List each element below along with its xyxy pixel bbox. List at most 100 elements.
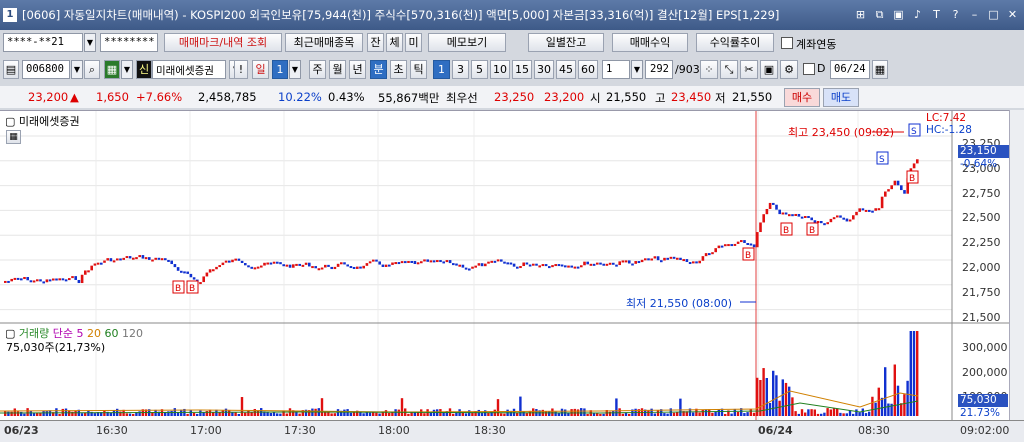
date-checkbox[interactable]: [803, 63, 815, 75]
period-month-button[interactable]: 월: [329, 60, 346, 79]
price-candle: [247, 265, 250, 268]
interval-15[interactable]: 15: [512, 60, 532, 79]
account-link-checkbox[interactable]: [781, 37, 793, 49]
price-candle: [151, 259, 154, 262]
price-candle: [560, 264, 564, 267]
table-icon[interactable]: ▦: [6, 130, 21, 144]
scissors-icon[interactable]: ✂: [740, 60, 758, 79]
close-icon[interactable]: ✕: [1005, 7, 1020, 22]
maximize-icon[interactable]: □: [986, 7, 1001, 22]
price-candle: [884, 191, 887, 197]
buy-button[interactable]: 매수: [784, 88, 820, 107]
side-scrollbar[interactable]: [1009, 110, 1024, 420]
price-candle: [544, 264, 548, 267]
period-second-button[interactable]: 초: [390, 60, 407, 79]
price-candle: [522, 262, 525, 267]
price-candle: [71, 276, 74, 279]
interval-30[interactable]: 30: [534, 60, 554, 79]
price-candle: [119, 258, 122, 261]
interval-60[interactable]: 60: [578, 60, 598, 79]
period-minute-button[interactable]: 분: [370, 60, 387, 79]
save-icon[interactable]: ▣: [891, 7, 906, 22]
volume-bar: [87, 410, 90, 416]
turnover: 0.43%: [328, 90, 365, 104]
period-day-button[interactable]: 일: [252, 60, 269, 79]
grid-icon[interactable]: ▦: [104, 60, 120, 79]
time-label: 17:00: [190, 424, 222, 437]
volume-bar: [864, 413, 868, 416]
trade-mark-button[interactable]: 매매마크/내역 조회: [164, 33, 282, 52]
tool-icon[interactable]: ⤡: [720, 60, 738, 79]
search-icon[interactable]: ⌕: [84, 60, 100, 79]
window-title: [0606] 자동일지차트(매매내역) - KOSPI200 외국인보유[75,…: [22, 8, 780, 22]
buy-marker-text: B: [783, 226, 789, 236]
price-candle: [736, 241, 740, 244]
minimize-icon[interactable]: –: [967, 7, 982, 22]
price-candle: [650, 258, 653, 261]
period-week-button[interactable]: 주: [309, 60, 326, 79]
interval-10[interactable]: 10: [490, 60, 510, 79]
profit-rate-button[interactable]: 수익률추이: [696, 33, 774, 52]
price-candle: [132, 257, 135, 260]
date-label: D: [817, 62, 826, 75]
indicator-icon[interactable]: ⁘: [700, 60, 718, 79]
price-candle: [445, 260, 449, 263]
volume-bar: [749, 408, 752, 416]
unfilled-button[interactable]: 미: [405, 33, 422, 52]
calendar-icon[interactable]: ▦: [872, 60, 888, 79]
volume-bar: [653, 413, 656, 416]
interval-3[interactable]: 3: [452, 60, 469, 79]
alert-button[interactable]: !: [234, 60, 248, 79]
volume-bar: [324, 412, 327, 416]
code-dropdown-icon[interactable]: ▼: [71, 60, 83, 79]
price-candle: [138, 255, 141, 258]
volume-bar: [112, 410, 116, 416]
copy-icon[interactable]: ⧉: [872, 7, 887, 22]
tile-icon[interactable]: ⊞: [853, 7, 868, 22]
help-icon[interactable]: ?: [948, 7, 963, 22]
interval-5[interactable]: 5: [471, 60, 488, 79]
recent-trades-button[interactable]: 최근매매종목: [285, 33, 363, 52]
price-candle: [301, 264, 305, 267]
price-candle: [263, 262, 266, 266]
pages-input[interactable]: 292: [645, 60, 673, 79]
daily-balance-button[interactable]: 일별잔고: [528, 33, 604, 52]
price-candle: [746, 243, 749, 246]
period-tick-button[interactable]: 틱: [410, 60, 427, 79]
period-dropdown-icon[interactable]: ▼: [289, 60, 301, 79]
date-input[interactable]: 06/24: [830, 60, 870, 79]
filled-button[interactable]: 체: [386, 33, 403, 52]
price-tick-label: 22,000: [962, 261, 1001, 274]
period-value[interactable]: 1: [272, 60, 288, 79]
price-candle: [288, 264, 292, 268]
account-input[interactable]: ****-**21: [3, 33, 83, 52]
price-candle: [512, 263, 516, 267]
price-candle: [80, 274, 84, 284]
memo-button[interactable]: 메모보기: [428, 33, 506, 52]
price-candle: [679, 257, 682, 261]
layout-icon[interactable]: ▤: [3, 60, 19, 79]
trade-profit-button[interactable]: 매매수익: [612, 33, 688, 52]
interval-45[interactable]: 45: [556, 60, 576, 79]
sell-button[interactable]: 매도: [823, 88, 859, 107]
grid-dropdown-icon[interactable]: ▼: [121, 60, 133, 79]
settings-icon[interactable]: ⚙: [780, 60, 798, 79]
count-dropdown-icon[interactable]: ▼: [631, 60, 643, 79]
password-input[interactable]: ********: [100, 33, 158, 52]
stock-name-field: 미래에셋증권: [152, 60, 226, 79]
buy-marker-text: B: [745, 251, 751, 261]
bell-icon[interactable]: ♪: [910, 7, 925, 22]
account-dropdown-icon[interactable]: ▼: [84, 33, 96, 52]
interval-1[interactable]: 1: [433, 60, 450, 79]
volume-bar: [205, 411, 208, 416]
chart-panel[interactable]: BBBBBBSS: [0, 110, 1024, 421]
stock-code-input[interactable]: 006800: [22, 60, 70, 79]
period-year-button[interactable]: 년: [349, 60, 366, 79]
balance-button[interactable]: 잔: [367, 33, 384, 52]
price-candle: [324, 264, 327, 268]
price-candle: [618, 261, 621, 266]
price-candle: [176, 267, 180, 271]
text-icon[interactable]: T: [929, 7, 944, 22]
count-input[interactable]: 1: [602, 60, 630, 79]
save-chart-icon[interactable]: ▣: [760, 60, 778, 79]
